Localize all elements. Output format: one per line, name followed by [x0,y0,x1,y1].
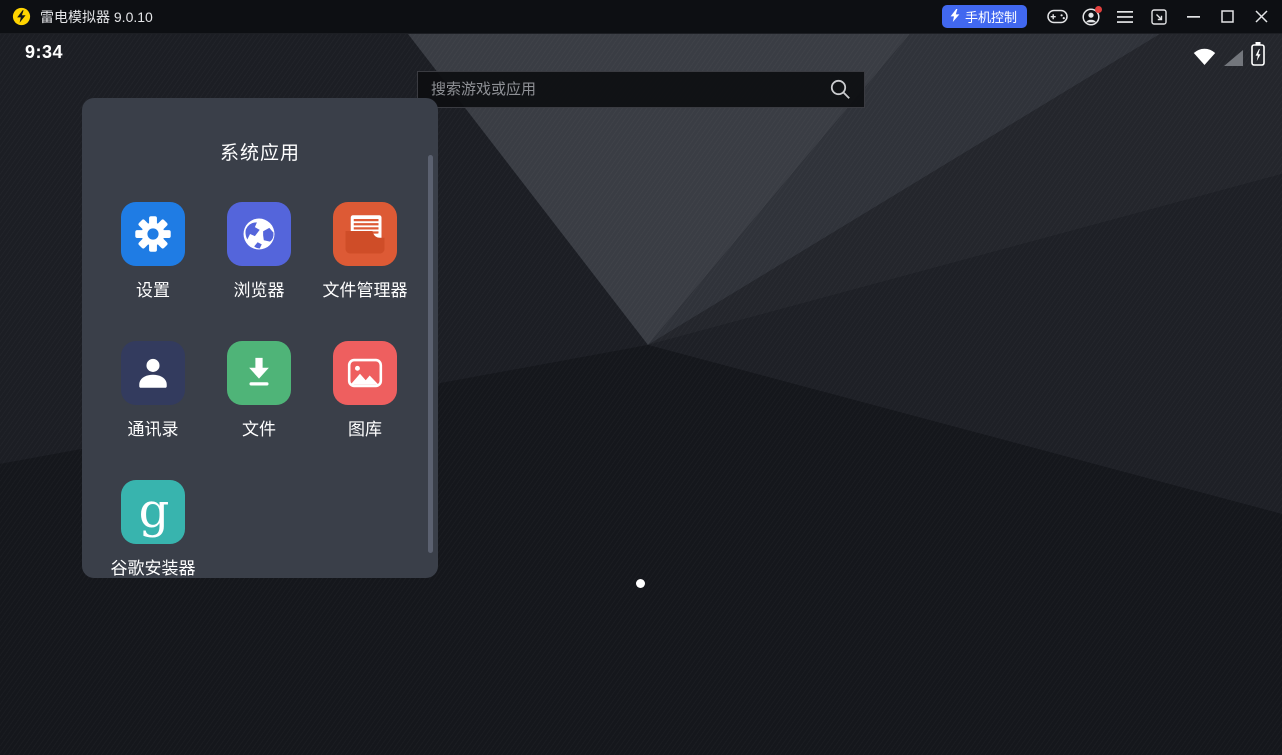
person-icon [121,341,185,405]
search-icon[interactable] [830,79,851,100]
app-label: 浏览器 [234,276,285,301]
gear-icon [121,202,185,266]
folder-panel: 系统应用 设置 浏览器 文件管理器 [82,98,438,578]
app-item-download[interactable]: 文件 [206,341,312,440]
folder-title: 系统应用 [82,138,438,165]
minimize-button[interactable] [1181,5,1205,29]
titlebar-left: 雷电模拟器 9.0.10 [12,7,153,27]
app-item-globe[interactable]: 浏览器 [206,202,312,301]
app-label: 谷歌安装器 [111,554,196,579]
app-label: 设置 [136,276,170,301]
battery-charging-icon [1251,42,1265,71]
search-input[interactable] [431,81,830,98]
app-label: 通讯录 [128,415,179,440]
app-label: 图库 [348,415,382,440]
app-label: 文件管理器 [323,276,408,301]
maximize-button[interactable] [1215,5,1239,29]
folder-document-icon [333,202,397,266]
app-item-folder-document[interactable]: 文件管理器 [312,202,418,301]
phone-control-label: 手机控制 [965,7,1017,26]
menu-icon[interactable] [1113,5,1137,29]
emulator-window: 雷电模拟器 9.0.10 手机控制 [0,0,1282,755]
app-item-photo[interactable]: 图库 [312,341,418,440]
app-grid: 设置 浏览器 文件管理器 通讯录 文件 [100,202,418,579]
status-icons [1193,42,1265,71]
close-button[interactable] [1249,5,1273,29]
globe-icon [227,202,291,266]
notification-dot [1095,6,1102,13]
page-indicator-dot [636,579,645,588]
search-bar[interactable] [417,71,865,108]
app-item-person[interactable]: 通讯录 [100,341,206,440]
photo-icon [333,341,397,405]
titlebar: 雷电模拟器 9.0.10 手机控制 [0,0,1282,34]
download-icon [227,341,291,405]
resize-icon[interactable] [1147,5,1171,29]
phone-control-button[interactable]: 手机控制 [942,5,1027,28]
app-label: 文件 [242,415,276,440]
app-item-gear[interactable]: 设置 [100,202,206,301]
scrollbar-thumb[interactable] [428,155,433,553]
cellular-signal-icon [1224,50,1243,71]
ldplayer-logo-icon [12,7,31,26]
titlebar-right: 手机控制 [942,5,1273,29]
app-item-google-g[interactable]: g 谷歌安装器 [100,480,206,579]
svg-text:g: g [139,483,170,539]
google-g-icon: g [121,480,185,544]
account-icon[interactable] [1079,5,1103,29]
android-screen: 9:34 [0,34,1282,755]
wifi-icon [1193,48,1216,71]
status-clock: 9:34 [25,42,63,63]
gamepad-icon[interactable] [1045,5,1069,29]
lightning-icon [950,9,960,25]
window-title: 雷电模拟器 9.0.10 [40,7,153,27]
